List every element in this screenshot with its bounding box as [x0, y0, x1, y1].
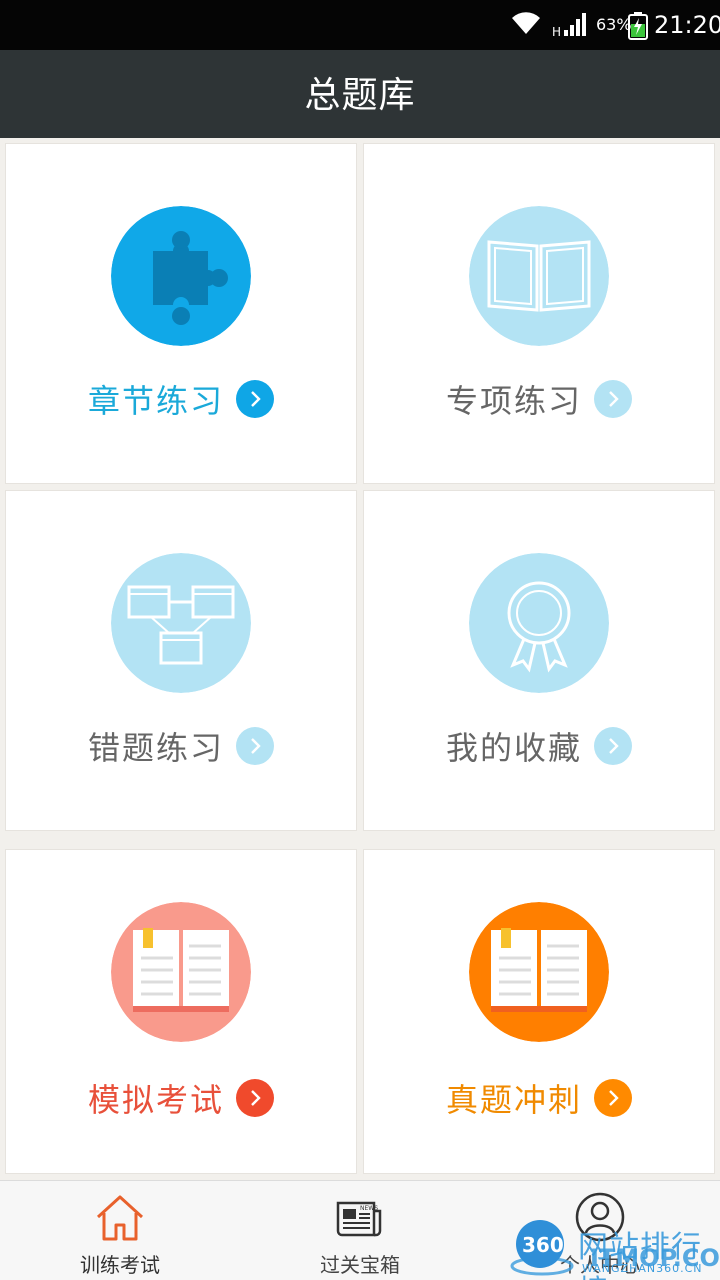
- page-title: 总题库: [304, 75, 416, 116]
- tab-label: 过关宝箱: [320, 1253, 400, 1277]
- svg-text:H: H: [552, 25, 561, 38]
- card-label: 真题冲刺: [445, 1081, 582, 1119]
- chevron-right-icon[interactable]: [594, 727, 632, 765]
- svg-text:360: 360: [522, 1233, 564, 1257]
- battery-percent: 63%: [596, 15, 632, 34]
- battery-charging-icon: [628, 12, 648, 40]
- tab-training-exam[interactable]: 训练考试: [0, 1181, 240, 1280]
- chevron-right-icon[interactable]: [594, 380, 632, 418]
- news-icon: NEWS: [336, 1201, 382, 1237]
- svg-text:NEWS: NEWS: [360, 1205, 378, 1212]
- clock: 21:20: [654, 11, 720, 39]
- open-book-icon: [469, 206, 609, 346]
- card-label: 专项练习: [445, 382, 582, 420]
- watermark: 360 网站排行榜 ITMOP.COM WANGZHAN360.CN: [508, 1218, 720, 1280]
- app-header: 总题库: [0, 50, 720, 138]
- chevron-right-icon[interactable]: [236, 1079, 274, 1117]
- puzzle-icon: [111, 206, 251, 346]
- wifi-icon: [512, 12, 540, 34]
- tab-level-chest[interactable]: NEWS 过关宝箱: [240, 1181, 480, 1280]
- chevron-right-icon[interactable]: [236, 727, 274, 765]
- chevron-right-icon[interactable]: [236, 380, 274, 418]
- status-bar: H 63% 21:20: [0, 0, 720, 50]
- card-wrong-answers[interactable]: 错题练习: [5, 490, 357, 831]
- card-label: 章节练习: [87, 382, 224, 420]
- watermark-360-badge: 360: [510, 1220, 574, 1276]
- watermark-sub: WANGZHAN360.CN: [582, 1262, 703, 1275]
- bookmarked-book-icon: [469, 902, 609, 1042]
- card-my-favorites[interactable]: 我的收藏: [363, 490, 715, 831]
- question-bank-grid: 章节练习 专项练习 错题练习 我的收藏 模拟考试 真题冲刺: [0, 138, 720, 1180]
- chevron-right-icon[interactable]: [594, 1079, 632, 1117]
- card-mock-exam[interactable]: 模拟考试: [5, 849, 357, 1174]
- signal-icon: H: [552, 13, 586, 38]
- flowchart-icon: [111, 553, 251, 693]
- award-ribbon-icon: [469, 553, 609, 693]
- card-past-exams-sprint[interactable]: 真题冲刺: [363, 849, 715, 1174]
- home-icon: [96, 1195, 144, 1241]
- bookmarked-book-icon: [111, 902, 251, 1042]
- card-topic-practice[interactable]: 专项练习: [363, 143, 715, 484]
- card-label: 错题练习: [87, 729, 224, 767]
- tab-label: 训练考试: [80, 1253, 160, 1277]
- card-chapter-practice[interactable]: 章节练习: [5, 143, 357, 484]
- card-label: 我的收藏: [445, 729, 582, 767]
- card-label: 模拟考试: [87, 1081, 224, 1119]
